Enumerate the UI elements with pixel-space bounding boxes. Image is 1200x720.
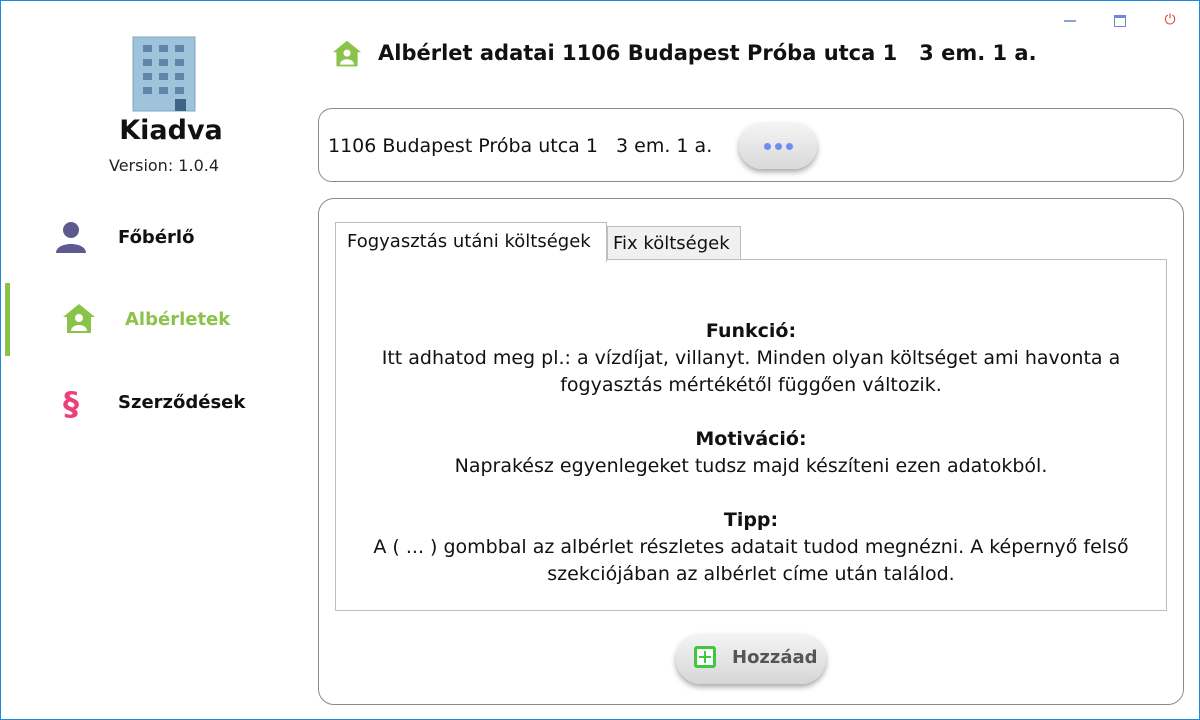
function-info: Funkció: Itt adhatod meg pl.: a vízdíjat…: [336, 318, 1166, 399]
more-dots-icon: [763, 142, 771, 150]
person-icon: [56, 222, 86, 253]
sidebar-item-label: Albérletek: [125, 309, 231, 330]
sidebar-item-szerzodesek[interactable]: § Szerződések: [1, 370, 301, 430]
motivation-title: Motiváció:: [695, 428, 807, 450]
tab-consumption-costs[interactable]: Fogyasztás utáni költségek: [335, 222, 607, 262]
address-card: 1106 Budapest Próba utca 1 3 em. 1 a.: [318, 108, 1184, 182]
app-version: Version: 1.0.4: [108, 156, 220, 175]
minimize-icon[interactable]: [1059, 11, 1081, 29]
details-button[interactable]: [739, 123, 817, 169]
add-button-label: Hozzáad: [732, 647, 818, 668]
sidebar: Kiadva Version: 1.0.4 Főbérlő Albérletek…: [1, 1, 301, 719]
maximize-icon[interactable]: [1109, 11, 1131, 29]
tab-content: Funkció: Itt adhatod meg pl.: a vízdíjat…: [335, 259, 1167, 611]
sidebar-item-fober lo[interactable]: Főbérlő: [1, 205, 301, 265]
tip-text: A ( ... ) gombbal az albérlet részletes …: [373, 536, 1129, 585]
tip-info: Tipp: A ( ... ) gombbal az albérlet rész…: [336, 507, 1166, 588]
add-button[interactable]: Hozzáad: [676, 634, 826, 684]
app-window: ⏻ Kiadva Version: 1.0.4 Főbérlő Albérlet…: [0, 0, 1200, 720]
svg-text:§: §: [63, 385, 79, 420]
function-text: Itt adhatod meg pl.: a vízdíjat, villany…: [381, 347, 1121, 396]
address-text: 1106 Budapest Próba utca 1 3 em. 1 a.: [328, 135, 713, 157]
house-person-icon: [63, 304, 95, 333]
plus-square-icon: [694, 646, 716, 668]
tab-fixed-costs[interactable]: Fix költségek: [607, 226, 741, 259]
motivation-info: Motiváció: Naprakész egyenlegeket tudsz …: [336, 426, 1166, 480]
house-person-icon: [332, 40, 362, 67]
costs-panel: Fogyasztás utáni költségek Fix költségek…: [318, 198, 1184, 705]
sidebar-item-label: Szerződések: [118, 392, 246, 413]
sidebar-item-label: Főbérlő: [118, 227, 195, 248]
sidebar-item-alberletek[interactable]: Albérletek: [1, 287, 301, 347]
section-sign-icon: §: [63, 385, 79, 420]
motivation-text: Naprakész egyenlegeket tudsz majd készít…: [454, 455, 1048, 477]
power-icon[interactable]: ⏻: [1159, 11, 1181, 29]
tip-title: Tipp:: [723, 509, 779, 531]
window-controls: ⏻: [1059, 11, 1181, 29]
page-title: Albérlet adatai 1106 Budapest Próba utca…: [378, 41, 1037, 65]
building-logo-icon: [132, 36, 196, 112]
app-name: Kiadva: [119, 115, 223, 146]
function-title: Funkció:: [705, 320, 797, 342]
